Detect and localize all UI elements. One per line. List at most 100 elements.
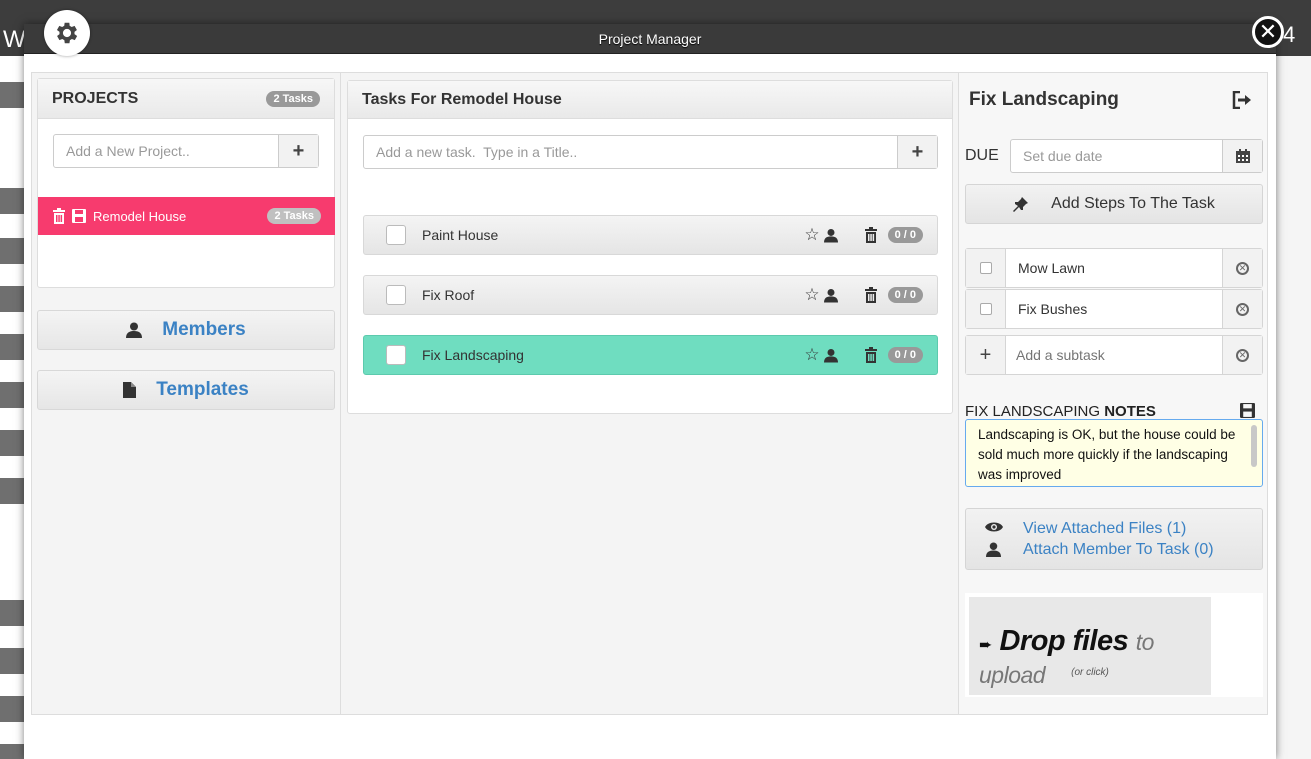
subtask-fix-bushes: Fix Bushes ✕ — [965, 289, 1263, 329]
dropzone-text: ➨ Drop files to upload — [979, 625, 1211, 691]
sign-out-icon[interactable] — [1232, 91, 1252, 109]
add-task-input[interactable] — [364, 136, 897, 168]
checkbox-box — [979, 303, 992, 315]
eye-icon — [985, 522, 1003, 532]
subtask-checkbox[interactable] — [966, 290, 1006, 328]
projects-header: PROJECTS 2 Tasks — [38, 79, 334, 119]
add-task-group: + — [363, 135, 938, 169]
user-icon[interactable] — [823, 348, 838, 363]
project-manager-modal: Project Manager ✕ PROJECTS 2 Tasks + — [24, 10, 1284, 759]
add-task-button[interactable]: + — [897, 136, 937, 168]
tasks-header: Tasks For Remodel House — [348, 81, 952, 119]
user-icon — [986, 542, 1001, 557]
task-actions: ☆ 0 / 0 — [804, 225, 923, 245]
arrow-icon: ➨ — [979, 637, 992, 654]
add-steps-button[interactable]: Add Steps To The Task — [965, 184, 1263, 224]
task-progress-badge: 0 / 0 — [887, 227, 923, 243]
notes-textarea[interactable]: Landscaping is OK, but the house could b… — [965, 419, 1263, 487]
project-name: Remodel House — [93, 208, 187, 224]
task-row-paint-house[interactable]: Paint House ☆ 0 / 0 — [363, 215, 938, 255]
task-detail-column: Fix Landscaping DUE Add Steps To The Tas… — [959, 73, 1267, 714]
clear-subtask-button[interactable]: ✕ — [1222, 336, 1262, 374]
task-row-fix-roof[interactable]: Fix Roof ☆ 0 / 0 — [363, 275, 938, 315]
projects-panel: PROJECTS 2 Tasks + Remodel House 2 Tasks — [37, 78, 335, 288]
members-label: Members — [162, 319, 246, 340]
subtask-mow-lawn: Mow Lawn ✕ — [965, 248, 1263, 288]
project-item-remodel-house[interactable]: Remodel House 2 Tasks — [38, 197, 335, 235]
dropzone-bold-text: Drop files — [999, 625, 1129, 657]
user-icon[interactable] — [823, 228, 838, 243]
project-task-badge: 2 Tasks — [267, 208, 321, 224]
add-project-group: + — [53, 134, 319, 168]
gear-icon — [56, 22, 78, 44]
close-button[interactable]: ✕ — [1252, 16, 1284, 48]
star-icon[interactable]: ☆ — [804, 345, 819, 365]
user-icon[interactable] — [823, 288, 838, 303]
star-icon[interactable]: ☆ — [804, 225, 819, 245]
save-icon[interactable] — [1240, 403, 1255, 418]
background-band — [0, 430, 24, 456]
task-checkbox[interactable] — [386, 225, 406, 245]
task-progress-badge: 0 / 0 — [887, 287, 923, 303]
background-band — [0, 82, 24, 108]
trash-icon[interactable] — [864, 347, 878, 363]
members-button[interactable]: Members — [37, 310, 335, 350]
background-band — [0, 382, 24, 408]
remove-subtask-button[interactable]: ✕ — [1222, 249, 1262, 287]
close-icon: ✕ — [1258, 19, 1278, 44]
task-checkbox[interactable] — [386, 285, 406, 305]
add-subtask-input[interactable] — [1006, 336, 1222, 374]
background-band — [0, 334, 24, 360]
background-digit-fragment: 4 — [1283, 22, 1296, 47]
modal-title: Project Manager — [24, 24, 1276, 54]
notes-scrollbar[interactable] — [1251, 425, 1257, 467]
task-checkbox[interactable] — [386, 345, 406, 365]
notes-heading-bold: NOTES — [1104, 403, 1156, 420]
trash-icon[interactable] — [52, 208, 66, 224]
calendar-icon — [1235, 149, 1250, 163]
close-circle-icon: ✕ — [1236, 348, 1249, 362]
add-project-button[interactable]: + — [278, 135, 318, 167]
pushpin-icon — [1013, 197, 1029, 212]
settings-button[interactable] — [44, 10, 90, 56]
notes-heading: FIX LANDSCAPING NOTES — [965, 403, 1156, 420]
subtask-title[interactable]: Mow Lawn — [1006, 249, 1222, 287]
modal-body: PROJECTS 2 Tasks + Remodel House 2 Tasks… — [31, 72, 1268, 715]
task-progress-badge: 0 / 0 — [887, 347, 923, 363]
projects-column: PROJECTS 2 Tasks + Remodel House 2 Tasks… — [32, 73, 341, 714]
task-title: Fix Roof — [422, 287, 475, 303]
projects-title: PROJECTS — [52, 89, 139, 107]
remove-subtask-button[interactable]: ✕ — [1222, 290, 1262, 328]
subtask-checkbox[interactable] — [966, 249, 1006, 287]
add-project-input[interactable] — [54, 135, 278, 167]
add-subtask-button[interactable]: + — [966, 336, 1006, 374]
background-band — [0, 600, 24, 626]
notes-heading-task: FIX LANDSCAPING — [965, 403, 1101, 420]
background-title-fragment: W — [3, 26, 26, 53]
due-date-group — [1010, 139, 1263, 173]
dropzone-frame: ➨ Drop files to upload (or click) — [965, 593, 1263, 697]
star-icon[interactable]: ☆ — [804, 285, 819, 305]
trash-icon[interactable] — [864, 227, 878, 243]
plus-icon: + — [292, 139, 305, 162]
attach-member-link[interactable]: Attach Member To Task (0) — [1023, 541, 1214, 559]
templates-button[interactable]: Templates — [37, 370, 335, 410]
tasks-panel: Tasks For Remodel House + Paint House ☆ … — [347, 80, 953, 414]
user-icon — [126, 322, 143, 338]
task-row-fix-landscaping[interactable]: Fix Landscaping ☆ 0 / 0 — [363, 335, 938, 375]
templates-label: Templates — [156, 379, 249, 400]
add-steps-label: Add Steps To The Task — [1051, 195, 1215, 212]
subtask-title[interactable]: Fix Bushes — [1006, 290, 1222, 328]
add-subtask-row: + ✕ — [965, 335, 1263, 375]
file-dropzone[interactable]: ➨ Drop files to upload (or click) — [969, 597, 1211, 695]
background-band — [0, 286, 24, 312]
view-attached-files-link[interactable]: View Attached Files (1) — [1023, 520, 1186, 538]
plus-icon: + — [911, 140, 924, 163]
calendar-button[interactable] — [1222, 140, 1262, 172]
task-title: Paint House — [422, 227, 499, 243]
due-date-input[interactable] — [1011, 140, 1222, 172]
plus-icon: + — [979, 343, 992, 366]
trash-icon[interactable] — [864, 287, 878, 303]
background-band — [0, 238, 24, 264]
save-icon[interactable] — [72, 209, 86, 223]
